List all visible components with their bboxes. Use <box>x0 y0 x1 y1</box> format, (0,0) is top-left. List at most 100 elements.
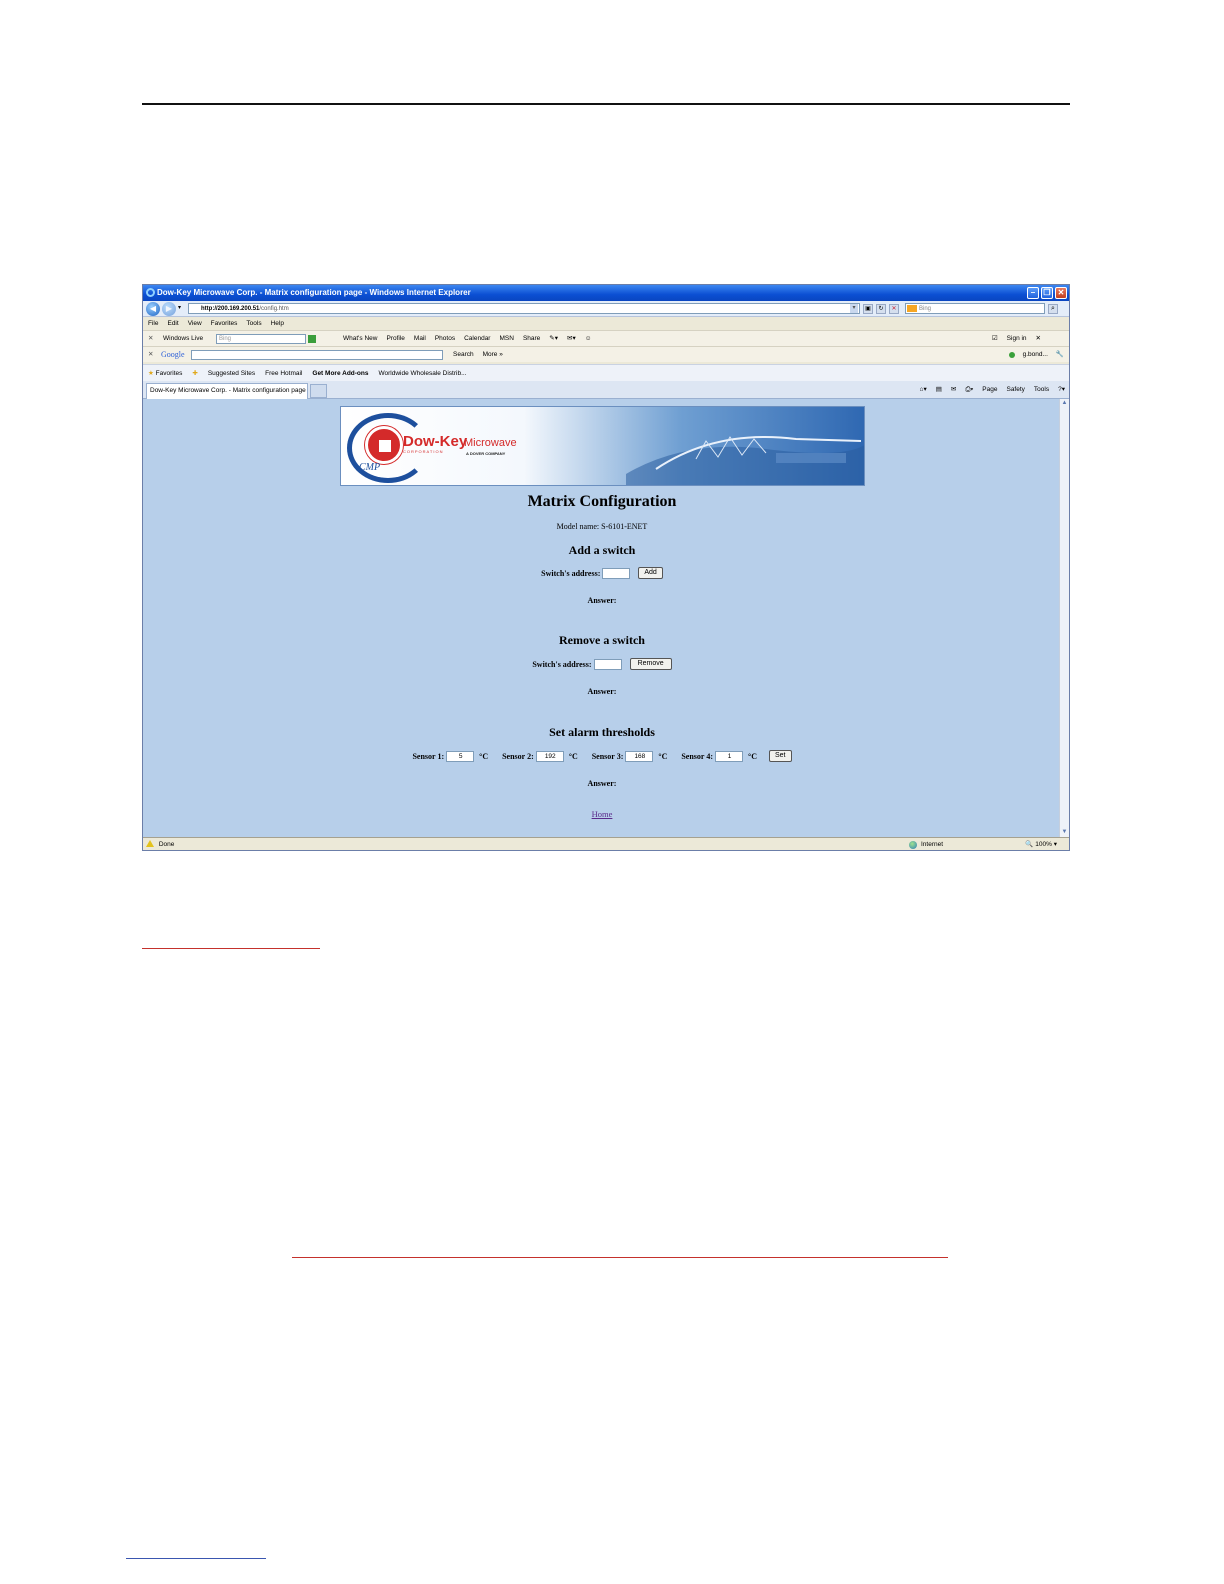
cmd-safety[interactable]: Safety <box>1006 381 1024 399</box>
messenger-icon[interactable]: ☺ <box>585 331 592 347</box>
wl-link-calendar[interactable]: Calendar <box>464 331 490 347</box>
windows-live-search-input[interactable]: Bing <box>216 334 306 344</box>
hyperlink-underline-long <box>292 1257 948 1258</box>
sign-in-link[interactable]: Sign in <box>1007 331 1027 347</box>
back-icon[interactable]: ◀ <box>146 302 160 316</box>
cmd-tools[interactable]: Tools <box>1034 381 1049 399</box>
add-switch-label: Switch's address: <box>541 568 601 578</box>
url-dropdown-icon[interactable]: ▾ <box>850 304 858 313</box>
alarm-answer: Answer: <box>587 779 617 788</box>
favorites-bar: ★ Favorites ✚ Suggested Sites Free Hotma… <box>143 364 1069 381</box>
checkbox-icon[interactable]: ☑ <box>992 331 998 347</box>
sensor-1-label: Sensor 1: <box>412 751 445 761</box>
sensor-1-unit: °C <box>479 751 489 761</box>
security-zone[interactable]: Internet <box>909 838 943 850</box>
wl-link-whats-new[interactable]: What's New <box>343 331 377 347</box>
google-toolbar: ✕ Google Search More » g.bond... 🔧 <box>143 346 1069 362</box>
menu-tools[interactable]: Tools <box>246 318 261 330</box>
sensor-1-input[interactable]: 5 <box>446 750 475 762</box>
read-mail-icon[interactable]: ✉ <box>951 381 956 399</box>
google-search-button[interactable]: Search <box>453 347 474 363</box>
wl-link-msn[interactable]: MSN <box>499 331 513 347</box>
window-titlebar[interactable]: Dow-Key Microwave Corp. - Matrix configu… <box>143 285 1069 301</box>
close-google-icon[interactable]: ✕ <box>148 347 153 363</box>
bing-search-input[interactable]: Bing <box>905 303 1045 314</box>
tab-matrix-configuration[interactable]: Dow-Key Microwave Corp. - Matrix configu… <box>146 383 308 399</box>
history-dropdown-icon[interactable]: ▾ <box>178 304 181 311</box>
new-tab-button[interactable] <box>310 384 327 398</box>
wl-link-share[interactable]: Share <box>523 331 540 347</box>
print-icon[interactable]: ⎙▾ <box>965 381 973 399</box>
alarm-thresholds-heading: Set alarm thresholds <box>549 725 655 739</box>
favorites-button[interactable]: ★ Favorites <box>148 365 182 381</box>
windows-live-right: ☑ Sign in ✕ <box>992 331 1041 347</box>
home-link[interactable]: Home <box>592 809 613 819</box>
restore-icon[interactable]: ❐ <box>1041 287 1053 299</box>
add-switch-address-input[interactable] <box>602 567 631 579</box>
compatibility-icon[interactable]: ▣ <box>863 304 873 314</box>
sensor-4-input[interactable]: 1 <box>715 750 743 762</box>
ship-illustration <box>626 436 864 485</box>
sensor-2-input[interactable]: 192 <box>535 750 564 762</box>
feeds-icon[interactable]: ▤ <box>936 381 942 399</box>
scroll-up-icon[interactable]: ▲ <box>1060 399 1069 408</box>
google-actions: Search More » <box>453 347 503 363</box>
refresh-icon[interactable]: ↻ <box>876 304 886 314</box>
set-button[interactable]: Set <box>768 750 792 762</box>
sensor-3-input[interactable]: 168 <box>625 750 654 762</box>
close-toolbar-icon[interactable]: ✕ <box>148 331 153 347</box>
search-go-icon[interactable]: ⌕ <box>1048 304 1058 314</box>
logo-seal-icon <box>365 426 403 464</box>
menu-help[interactable]: Help <box>271 318 284 330</box>
wrench-icon[interactable]: 🔧 <box>1056 347 1064 363</box>
sensor-3-label: Sensor 3: <box>591 751 624 761</box>
wl-link-profile[interactable]: Profile <box>386 331 404 347</box>
menu-view[interactable]: View <box>188 318 202 330</box>
url-path: /config.htm <box>259 306 289 312</box>
stop-icon[interactable]: ✕ <box>889 304 899 314</box>
status-bar: Done Internet 🔍 100% ▾ <box>143 837 1069 850</box>
menu-edit[interactable]: Edit <box>167 318 178 330</box>
fav-suggested-sites[interactable]: Suggested Sites <box>208 365 255 381</box>
close-live-icon[interactable]: ✕ <box>1036 331 1041 347</box>
tab-row: Dow-Key Microwave Corp. - Matrix configu… <box>143 381 1069 399</box>
document-top-rule <box>142 103 1070 105</box>
menu-file[interactable]: File <box>148 318 158 330</box>
wl-link-mail[interactable]: Mail <box>414 331 426 347</box>
command-bar: ⌂▾ ▤ ✉ ⎙▾ Page Safety Tools ?▾ <box>920 381 1065 399</box>
fav-worldwide-wholesale[interactable]: Worldwide Wholesale Distrib... <box>378 365 466 381</box>
google-more-button[interactable]: More » <box>483 347 503 363</box>
globe-icon <box>909 841 917 849</box>
menu-favorites[interactable]: Favorites <box>211 318 238 330</box>
google-search-input[interactable] <box>191 350 443 360</box>
scroll-down-icon[interactable]: ▼ <box>1060 828 1069 837</box>
banner-corporation: CORPORATION <box>403 449 444 454</box>
banner-cmp: CMP <box>359 462 381 473</box>
pen-icon[interactable]: ✎▾ <box>549 331 558 347</box>
close-icon[interactable]: ✕ <box>1055 287 1067 299</box>
add-button[interactable]: Add <box>638 567 663 579</box>
vertical-scrollbar[interactable]: ▲ ▼ <box>1059 399 1069 837</box>
cmd-page[interactable]: Page <box>982 381 997 399</box>
fav-free-hotmail[interactable]: Free Hotmail <box>265 365 302 381</box>
help-icon[interactable]: ?▾ <box>1058 381 1065 399</box>
remove-button[interactable]: Remove <box>629 658 672 670</box>
windows-live-links: What's New Profile Mail Photos Calendar … <box>343 331 591 347</box>
browser-window: Dow-Key Microwave Corp. - Matrix configu… <box>142 284 1070 851</box>
minimize-icon[interactable]: – <box>1027 287 1039 299</box>
add-favorite-icon[interactable]: ✚ <box>192 365 197 381</box>
banner-brand: Dow-Key <box>403 433 468 450</box>
zoom-control[interactable]: 🔍 100% ▾ <box>1025 838 1057 850</box>
magnifier-icon: 🔍 <box>1025 841 1034 848</box>
windows-live-label[interactable]: Windows Live <box>163 331 203 347</box>
home-icon[interactable]: ⌂▾ <box>920 381 927 399</box>
google-account[interactable]: g.bond... <box>1023 347 1048 363</box>
url-input[interactable]: http://200.169.200.51/config.htm ▾ <box>188 303 860 314</box>
remove-switch-address-input[interactable] <box>593 658 622 670</box>
wl-link-photos[interactable]: Photos <box>435 331 455 347</box>
fav-get-addons[interactable]: Get More Add-ons <box>312 365 368 381</box>
mail-icon[interactable]: ✉▾ <box>567 331 576 347</box>
forward-icon[interactable]: ▶ <box>162 302 176 316</box>
remove-switch-form: Switch's address: Remove <box>143 658 1061 670</box>
windows-live-search-icon[interactable] <box>308 335 316 343</box>
